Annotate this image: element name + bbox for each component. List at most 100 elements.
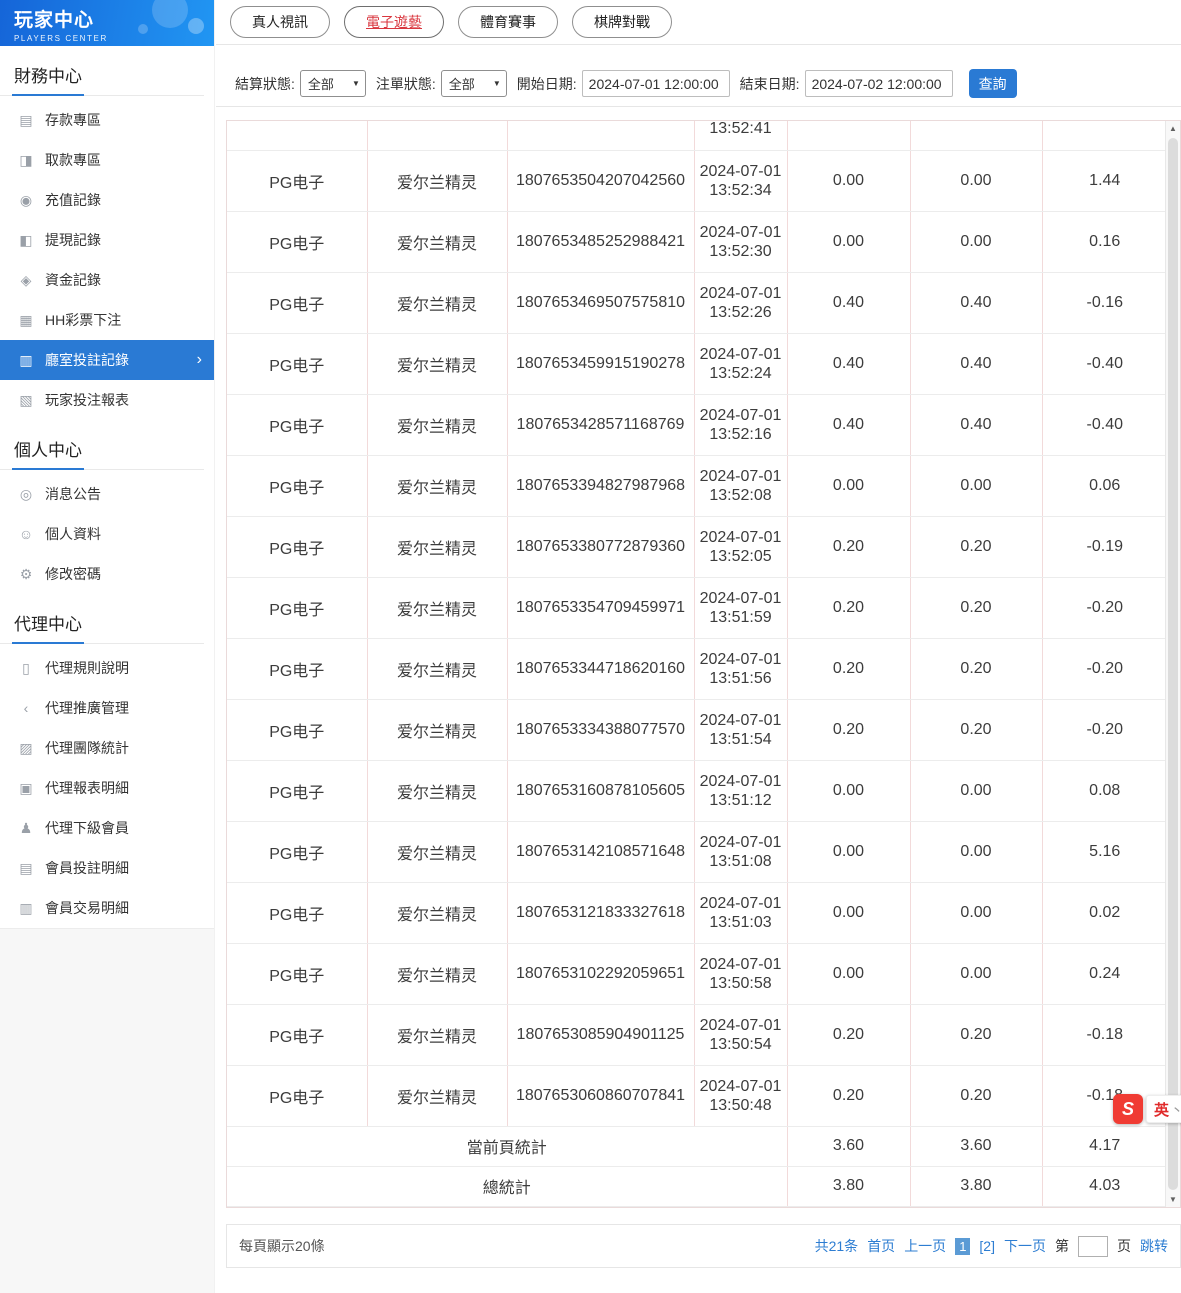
sidebar-item[interactable]: ◎消息公告› — [0, 474, 214, 514]
summary-bet-amount: 3.60 — [787, 1126, 910, 1166]
query-button[interactable]: 查詢 — [969, 69, 1017, 98]
tab-item[interactable]: 體育賽事 — [458, 6, 558, 38]
cell-win-loss: -0.20 — [1042, 577, 1165, 638]
sidebar-item[interactable]: ◨取款專區› — [0, 140, 214, 180]
jump-link[interactable]: 跳转 — [1140, 1236, 1168, 1256]
cell-time: 2024-07-0113:52:30 — [694, 211, 787, 272]
cell-valid-bet: 0.00 — [910, 760, 1042, 821]
sidebar: 玩家中心 PLAYERS CENTER 財務中心▤存款專區›◨取款專區›◉充值記… — [0, 0, 215, 1293]
cell-venue: PG电子 — [227, 638, 367, 699]
table-scrollbar[interactable]: ▲ ▼ — [1165, 121, 1180, 1207]
translate-language-text: 英 — [1154, 1099, 1169, 1120]
cell-game: 爱尔兰精灵 — [367, 882, 507, 943]
order-status-select[interactable]: 全部 ▼ — [441, 70, 507, 97]
sidebar-item[interactable]: ▨代理團隊統計› — [0, 728, 214, 768]
sidebar-item[interactable]: ☺個人資料› — [0, 514, 214, 554]
cell-time-date: 2024-07-01 — [699, 467, 783, 486]
sidebar-item[interactable]: ▧玩家投注報表› — [0, 380, 214, 420]
cell-win-loss: 0.24 — [1042, 943, 1165, 1004]
cell-time-date: 2024-07-01 — [699, 589, 783, 608]
sidebar-item-label: 廳室投註記錄 — [45, 350, 129, 370]
settle-status-select[interactable]: 全部 ▼ — [300, 70, 366, 97]
sidebar-item[interactable]: ▤存款專區› — [0, 100, 214, 140]
cell-venue: PG电子 — [227, 760, 367, 821]
cell-venue: PG电子 — [227, 943, 367, 1004]
scrollbar-thumb[interactable] — [1168, 138, 1178, 1190]
sidebar-item[interactable]: ‹代理推廣管理› — [0, 688, 214, 728]
cell-time: 2024-07-0113:51:08 — [694, 821, 787, 882]
cell-order-number: 1807653354709459971 — [507, 577, 694, 638]
cell-game: 爱尔兰精灵 — [367, 516, 507, 577]
sidebar-item[interactable]: ◉充值記錄› — [0, 180, 214, 220]
cell-win-loss: -0.16 — [1042, 272, 1165, 333]
per-page-label: 每頁顯示20條 — [239, 1236, 325, 1256]
cell-bet-amount: 0.20 — [787, 577, 910, 638]
chevron-down-icon: ▼ — [352, 79, 360, 88]
cell-time: 2024-07-0113:51:12 — [694, 760, 787, 821]
next-page-link[interactable]: 下一页 — [1004, 1236, 1046, 1256]
cell-time-clock: 13:50:54 — [699, 1035, 783, 1054]
cell-win-loss: 0.06 — [1042, 455, 1165, 516]
cell-win-loss: 1.44 — [1042, 150, 1165, 211]
first-page-link[interactable]: 首页 — [867, 1236, 895, 1256]
sidebar-nav: 財務中心▤存款專區›◨取款專區›◉充值記錄›◧提現記錄›◈資金記錄›▦HH彩票下… — [0, 46, 214, 928]
sidebar-item[interactable]: ◈資金記錄› — [0, 260, 214, 300]
announcement-icon: ◎ — [16, 486, 36, 503]
sidebar-item[interactable]: ♟代理下級會員› — [0, 808, 214, 848]
scrollbar-down-arrow-icon[interactable]: ▼ — [1166, 1192, 1180, 1207]
cell-order-number: 1807653469507575810 — [507, 272, 694, 333]
cell-game: 爱尔兰精灵 — [367, 699, 507, 760]
cell-time-clock: 13:52:05 — [699, 547, 783, 566]
withdraw-icon: ◨ — [16, 152, 36, 169]
scrollbar-up-arrow-icon[interactable]: ▲ — [1166, 121, 1180, 136]
table-row: PG电子爱尔兰精灵18076530608607078412024-07-0113… — [227, 1065, 1165, 1126]
total-summary-row: 總統計3.803.804.03 — [227, 1166, 1165, 1206]
cell-game: 爱尔兰精灵 — [367, 760, 507, 821]
jump-page-input[interactable] — [1078, 1236, 1108, 1257]
tab-item[interactable]: 棋牌對戰 — [572, 6, 672, 38]
cell-order-number: 1807653142108571648 — [507, 821, 694, 882]
start-date-label: 開始日期: — [517, 74, 577, 94]
cell-time: 2024-07-0113:50:48 — [694, 1065, 787, 1126]
cell-bet-amount: 0.00 — [787, 821, 910, 882]
sidebar-item[interactable]: ▥會員交易明細› — [0, 888, 214, 928]
sidebar-item[interactable]: ▦HH彩票下注› — [0, 300, 214, 340]
cell-time-date: 2024-07-01 — [699, 1016, 783, 1035]
cell-time-date: 2024-07-01 — [699, 528, 783, 547]
sidebar-item[interactable]: ▥廳室投註記錄› — [0, 340, 214, 380]
agent-promo-icon: ‹ — [16, 700, 36, 716]
sidebar-item[interactable]: ▯代理規則說明› — [0, 648, 214, 688]
tab-active[interactable]: 電子遊藝 — [344, 6, 444, 38]
translate-dot-icon: 丶 — [1172, 1102, 1181, 1117]
summary-win-loss: 4.03 — [1042, 1166, 1165, 1206]
cell-valid-bet: 0.40 — [910, 333, 1042, 394]
cell-venue: PG电子 — [227, 577, 367, 638]
cell-venue: PG电子 — [227, 455, 367, 516]
cell-valid-bet: 0.00 — [910, 211, 1042, 272]
sidebar-item[interactable]: ▣代理報表明細› — [0, 768, 214, 808]
sidebar-item[interactable]: ⚙修改密碼› — [0, 554, 214, 594]
game-category-tabs: 真人視訊電子遊藝體育賽事棋牌對戰 — [216, 0, 1181, 45]
current-page-indicator[interactable]: 1 — [955, 1238, 970, 1255]
prev-page-link[interactable]: 上一页 — [904, 1236, 946, 1256]
table-scroll-area[interactable]: 13:52:41PG电子爱尔兰精灵18076535042070425602024… — [227, 121, 1165, 1207]
cell-time-clock: 13:52:16 — [699, 425, 783, 444]
cell-time-clock: 13:51:59 — [699, 608, 783, 627]
tab-item[interactable]: 真人視訊 — [230, 6, 330, 38]
summary-valid-bet: 3.80 — [910, 1166, 1042, 1206]
sidebar-item[interactable]: ▤會員投註明細› — [0, 848, 214, 888]
cell-time-clock: 13:52:24 — [699, 364, 783, 383]
translate-widget[interactable]: S 英 丶 — [1113, 1094, 1181, 1124]
page-2-link[interactable]: [2] — [979, 1238, 995, 1254]
sidebar-item[interactable]: ◧提現記錄› — [0, 220, 214, 260]
cell-time: 2024-07-0113:51:03 — [694, 882, 787, 943]
start-date-input[interactable] — [582, 70, 730, 97]
jump-label-pre: 第 — [1055, 1236, 1069, 1256]
room-bet-record-icon: ▥ — [16, 352, 36, 369]
cell-game: 爱尔兰精灵 — [367, 211, 507, 272]
table-row: PG电子爱尔兰精灵18076530859049011252024-07-0113… — [227, 1004, 1165, 1065]
player-bet-report-icon: ▧ — [16, 392, 36, 409]
cell-bet-amount: 0.00 — [787, 455, 910, 516]
end-date-input[interactable] — [805, 70, 953, 97]
cell-valid-bet: 0.40 — [910, 394, 1042, 455]
